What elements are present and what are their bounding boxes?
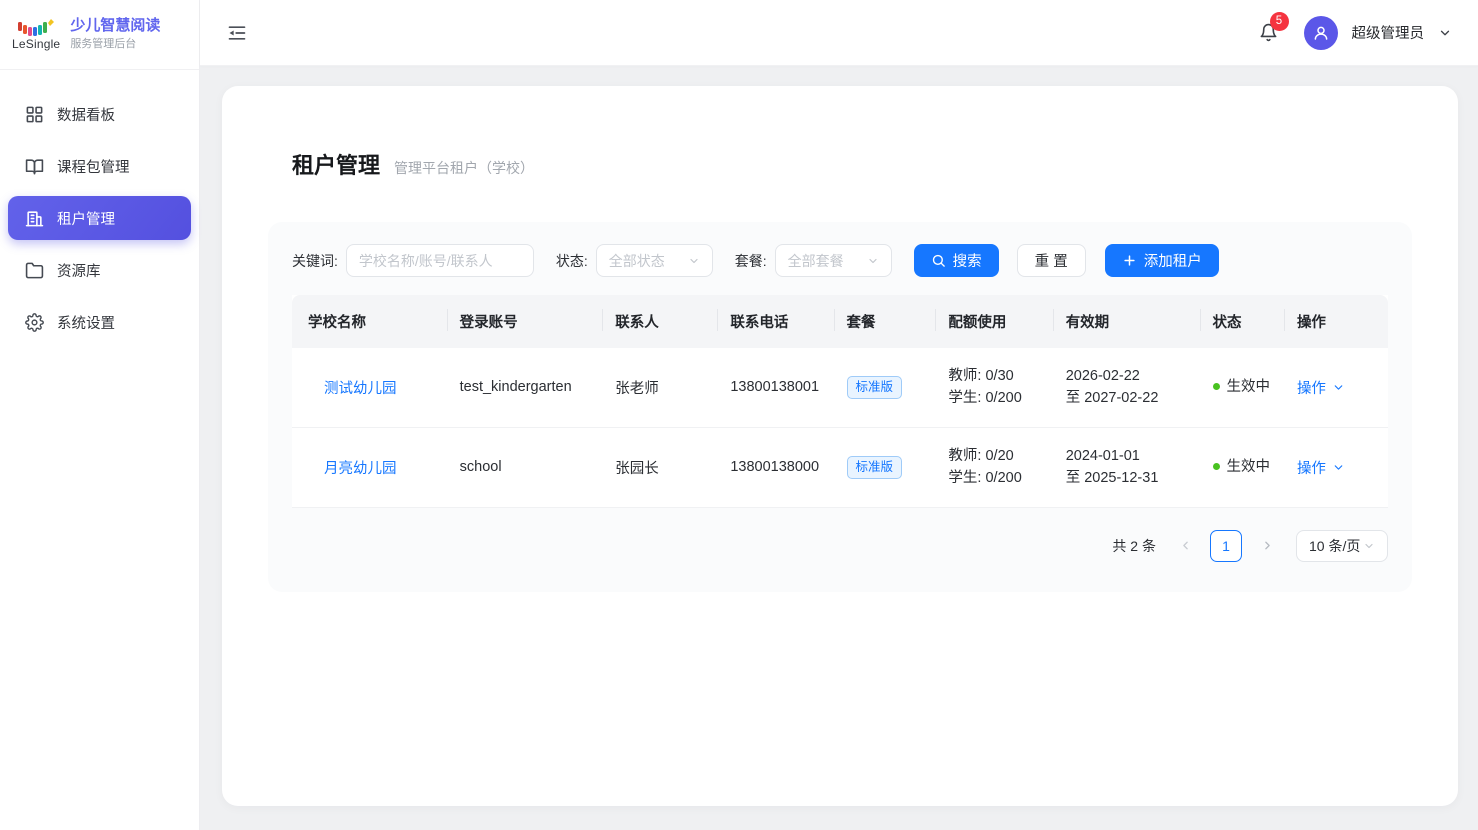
lesingle-logo-icon: LeSingle: [12, 19, 60, 51]
sidebar-item-dashboard[interactable]: 数据看板: [8, 92, 191, 136]
status-select[interactable]: 全部状态: [596, 244, 713, 277]
actions-label: 操作: [1297, 457, 1326, 478]
row-actions-dropdown[interactable]: 操作: [1297, 457, 1376, 478]
reset-button[interactable]: 重 置: [1017, 244, 1086, 277]
col-plan: 套餐: [835, 295, 937, 348]
book-icon: [25, 157, 44, 176]
plan-select[interactable]: 全部套餐: [775, 244, 892, 277]
contact-name: 张园长: [603, 427, 718, 507]
pagination-next-icon[interactable]: [1252, 531, 1282, 561]
col-school-name: 学校名称: [292, 295, 448, 348]
plan-badge: 标准版: [847, 456, 903, 480]
sidebar-item-label: 租户管理: [57, 208, 115, 229]
brand-title: 少儿智慧阅读: [70, 17, 160, 36]
reset-button-label: 重 置: [1035, 250, 1068, 271]
brand-subtitle: 服务管理后台: [70, 38, 160, 52]
quota-usage: 教师: 0/30 学生: 0/200: [936, 348, 1053, 427]
sidebar-item-tenants[interactable]: 租户管理: [8, 196, 191, 240]
gear-icon: [25, 313, 44, 332]
col-validity: 有效期: [1054, 295, 1201, 348]
login-account: school: [448, 427, 604, 507]
quota-usage: 教师: 0/20 学生: 0/200: [936, 427, 1053, 507]
keyword-input[interactable]: [359, 253, 521, 269]
col-login-account: 登录账号: [448, 295, 604, 348]
sidebar-item-label: 系统设置: [57, 312, 115, 333]
chevron-down-icon[interactable]: [1438, 26, 1452, 40]
validity-period: 2024-01-01 至 2025-12-31: [1054, 427, 1201, 507]
sidebar-item-settings[interactable]: 系统设置: [8, 300, 191, 344]
sidebar-item-label: 课程包管理: [57, 156, 130, 177]
actions-label: 操作: [1297, 377, 1326, 398]
avatar[interactable]: [1304, 16, 1338, 50]
page-title: 租户管理: [292, 148, 380, 180]
pagination-page-1[interactable]: 1: [1210, 530, 1242, 562]
status-dot-icon: [1213, 383, 1220, 390]
search-icon: [931, 253, 946, 268]
plan-label: 套餐:: [735, 251, 767, 271]
sidebar-item-label: 数据看板: [57, 104, 115, 125]
user-name[interactable]: 超级管理员: [1352, 22, 1425, 43]
pagination: 共 2 条 1 10 条/页: [292, 530, 1388, 562]
login-account: test_kindergarten: [448, 348, 604, 427]
sidebar-menu: 数据看板 课程包管理 租户管理 资源库 系统设置: [0, 70, 199, 366]
search-button[interactable]: 搜索: [914, 244, 999, 277]
contact-phone: 13800138001: [718, 348, 834, 427]
row-actions-dropdown[interactable]: 操作: [1297, 377, 1376, 398]
chevron-down-icon: [1332, 381, 1345, 394]
add-tenant-button-label: 添加租户: [1144, 250, 1202, 271]
keyword-input-wrap: [346, 244, 534, 277]
status-select-value: 全部状态: [609, 251, 665, 271]
page-size-value: 10 条/页: [1309, 536, 1360, 556]
col-contact: 联系人: [603, 295, 718, 348]
sidebar: LeSingle 少儿智慧阅读 服务管理后台 数据看板 课程包管理 租户管理: [0, 0, 200, 830]
col-phone: 联系电话: [718, 295, 834, 348]
table-header-row: 学校名称 登录账号 联系人 联系电话 套餐 配额使用 有效期 状态 操作: [292, 295, 1388, 348]
search-button-label: 搜索: [953, 250, 982, 271]
brand-logo: LeSingle 少儿智慧阅读 服务管理后台: [0, 0, 199, 70]
status-badge: 生效中: [1201, 427, 1285, 507]
plan-badge: 标准版: [847, 376, 903, 400]
chevron-down-icon: [867, 255, 879, 267]
chevron-down-icon: [1332, 461, 1345, 474]
chevron-down-icon: [1363, 540, 1375, 552]
page-size-select[interactable]: 10 条/页: [1296, 530, 1388, 562]
tenant-panel: 关键词: 状态: 全部状态 套餐: 全部套餐: [268, 222, 1412, 592]
filter-bar: 关键词: 状态: 全部状态 套餐: 全部套餐: [292, 244, 1388, 277]
brand-word: LeSingle: [12, 37, 60, 51]
pagination-total: 共 2 条: [1112, 536, 1156, 556]
col-quota: 配额使用: [936, 295, 1053, 348]
plus-icon: [1122, 253, 1137, 268]
tenant-card: 租户管理 管理平台租户（学校） 关键词: 状态: 全部状态 套餐:: [222, 86, 1458, 806]
dashboard-icon: [25, 105, 44, 124]
keyword-label: 关键词:: [292, 251, 338, 271]
folder-icon: [25, 261, 44, 280]
validity-period: 2026-02-22 至 2027-02-22: [1054, 348, 1201, 427]
plan-select-value: 全部套餐: [788, 251, 844, 271]
notification-badge: 5: [1270, 12, 1289, 31]
school-name-link[interactable]: 测试幼儿园: [324, 381, 397, 397]
status-badge: 生效中: [1201, 348, 1285, 427]
school-name-link[interactable]: 月亮幼儿园: [324, 461, 397, 477]
col-actions: 操作: [1285, 295, 1388, 348]
chevron-down-icon: [688, 255, 700, 267]
top-header: 5 超级管理员: [200, 0, 1478, 66]
status-dot-icon: [1213, 463, 1220, 470]
main-content: 租户管理 管理平台租户（学校） 关键词: 状态: 全部状态 套餐:: [200, 66, 1478, 830]
tenant-table: 学校名称 登录账号 联系人 联系电话 套餐 配额使用 有效期 状态 操作: [292, 295, 1388, 508]
pagination-prev-icon[interactable]: [1170, 531, 1200, 561]
table-row: 测试幼儿园 test_kindergarten 张老师 13800138001 …: [292, 348, 1388, 427]
contact-name: 张老师: [603, 348, 718, 427]
building-icon: [25, 209, 44, 228]
sidebar-item-label: 资源库: [57, 260, 101, 281]
page-subtitle: 管理平台租户（学校）: [394, 158, 534, 178]
status-label: 状态:: [556, 251, 588, 271]
sidebar-item-course-packages[interactable]: 课程包管理: [8, 144, 191, 188]
table-row: 月亮幼儿园 school 张园长 13800138000 标准版 教师: 0/2…: [292, 427, 1388, 507]
notification-bell-icon[interactable]: 5: [1256, 20, 1282, 46]
col-status: 状态: [1201, 295, 1285, 348]
add-tenant-button[interactable]: 添加租户: [1105, 244, 1219, 277]
menu-fold-icon[interactable]: [224, 20, 250, 46]
contact-phone: 13800138000: [718, 427, 834, 507]
sidebar-item-resources[interactable]: 资源库: [8, 248, 191, 292]
